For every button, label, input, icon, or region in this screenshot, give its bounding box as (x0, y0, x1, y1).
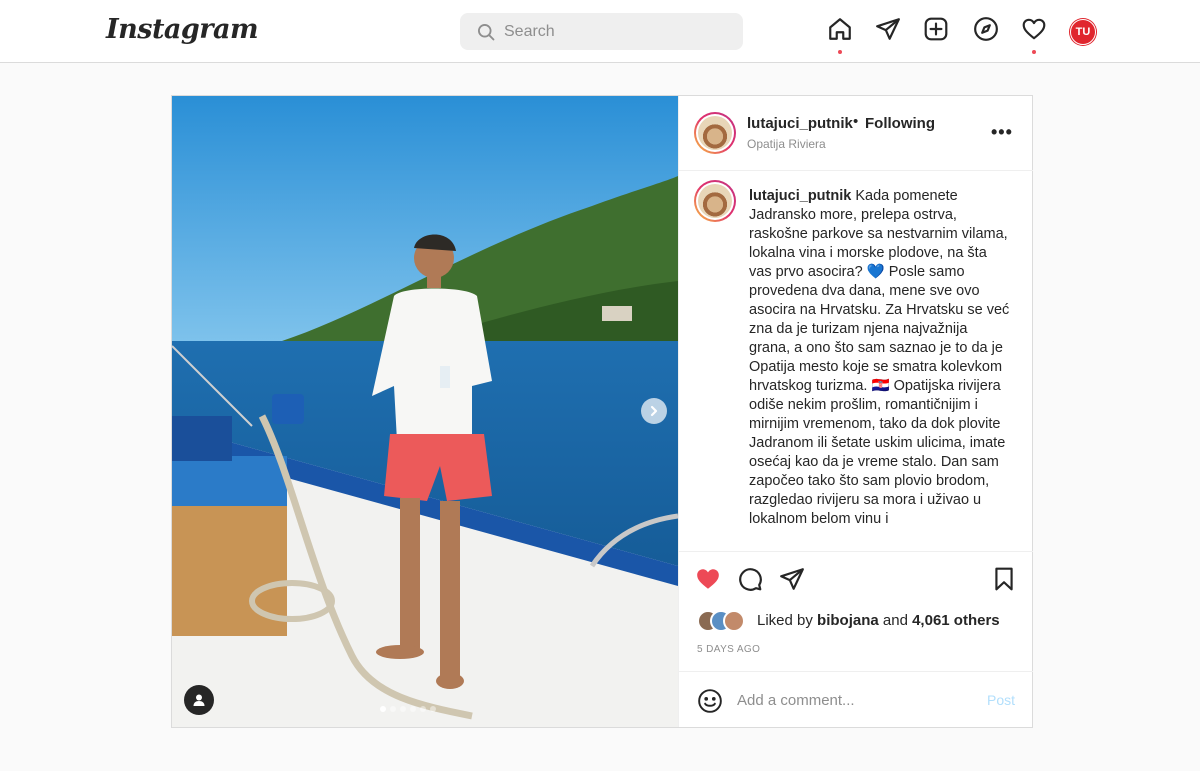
comment-icon (739, 568, 762, 591)
post-photo[interactable] (172, 96, 678, 727)
caption-body: Kada pomenete Jadransko more, prelepa os… (749, 188, 1010, 527)
liked-mid: and (878, 612, 913, 629)
caption-username[interactable]: lutajuci_putnik (749, 188, 851, 204)
home-notification-dot (838, 50, 842, 54)
new-post-button[interactable] (921, 16, 951, 48)
author-username[interactable]: lutajuci_putnik (747, 115, 853, 132)
home-icon (829, 18, 851, 40)
comment-input[interactable] (737, 686, 967, 714)
carousel-dot (380, 706, 386, 712)
caption-text: lutajuci_putnik Kada pomenete Jadransko … (749, 187, 1011, 529)
share-icon (780, 568, 804, 590)
post-header: lutajuci_putnik • Following Opatija Rivi… (679, 96, 1033, 171)
profile-avatar[interactable]: TU (1070, 19, 1096, 45)
carousel-dot (410, 706, 416, 712)
comment-button[interactable] (737, 566, 767, 596)
search-input[interactable] (504, 13, 734, 50)
next-slide-button[interactable] (641, 398, 667, 424)
home-button[interactable] (825, 16, 855, 54)
instagram-logo[interactable]: Instagram (106, 14, 259, 45)
explore-icon (974, 17, 998, 41)
carousel-dot (420, 706, 426, 712)
user-icon (193, 694, 205, 706)
post-card: lutajuci_putnik • Following Opatija Rivi… (171, 95, 1033, 728)
direct-button[interactable] (873, 16, 903, 48)
comment-composer: Post (679, 671, 1033, 727)
post-actions: Liked by bibojana and 4,061 others 5 DAY… (679, 551, 1033, 671)
search-box[interactable] (460, 13, 743, 50)
activity-notification-dot (1032, 50, 1036, 54)
carousel-dot (430, 706, 436, 712)
carousel-dot (400, 706, 406, 712)
share-button[interactable] (779, 566, 809, 596)
tagged-users-button[interactable] (184, 685, 214, 715)
direct-icon (876, 18, 900, 40)
liker-avatar[interactable] (723, 610, 745, 632)
explore-button[interactable] (971, 16, 1001, 48)
header-separator: • (853, 113, 859, 130)
liked-by-user[interactable]: bibojana (817, 612, 879, 629)
like-button[interactable] (695, 566, 725, 596)
top-navigation: Instagram Search TU (0, 0, 1200, 63)
new-post-icon (924, 17, 948, 41)
heart-filled-icon (697, 569, 719, 589)
activity-icon (1022, 18, 1046, 40)
search-icon (478, 24, 495, 41)
caption-author-avatar[interactable] (694, 180, 736, 222)
carousel-dot (390, 706, 396, 712)
caption-area: lutajuci_putnik Kada pomenete Jadransko … (679, 172, 1033, 549)
post-location[interactable]: Opatija Riviera (747, 137, 826, 151)
liked-prefix: Liked by (757, 612, 818, 629)
more-options-button[interactable]: ••• (991, 122, 1013, 143)
photo-illustration (172, 96, 678, 727)
activity-button[interactable] (1019, 16, 1049, 54)
likes-count[interactable]: 4,061 others (912, 612, 1000, 629)
follow-status-button[interactable]: Following (865, 115, 935, 132)
post-sidebar: lutajuci_putnik • Following Opatija Rivi… (678, 96, 1033, 727)
author-avatar[interactable] (694, 112, 736, 154)
chevron-right-icon (650, 405, 658, 417)
save-button[interactable] (991, 566, 1021, 596)
post-comment-button[interactable]: Post (987, 692, 1015, 708)
post-timestamp[interactable]: 5 DAYS AGO (697, 644, 760, 655)
carousel-dots (380, 706, 436, 712)
bookmark-icon (995, 567, 1013, 591)
emoji-icon[interactable] (697, 688, 723, 714)
liked-by-text: Liked by bibojana and 4,061 others (757, 612, 1000, 629)
